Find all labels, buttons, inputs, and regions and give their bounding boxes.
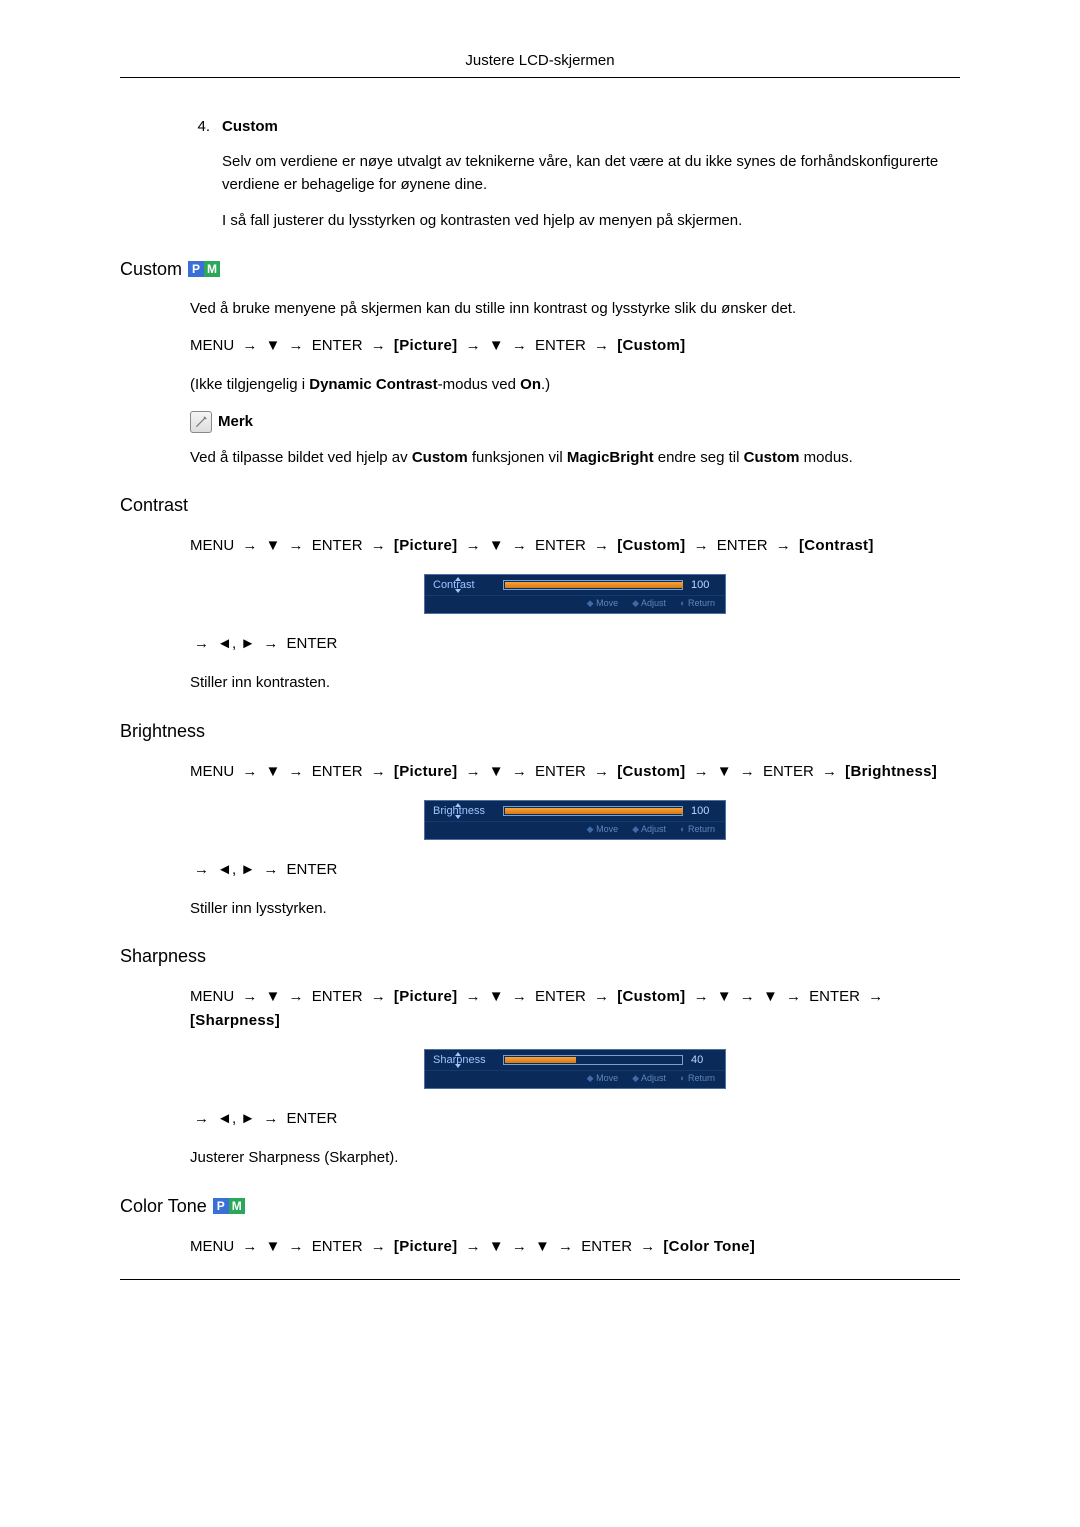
osd-value: 100 bbox=[691, 579, 717, 591]
custom-menu-path: MENU → ▼ → ENTER → [Picture] → ▼ → ENTER… bbox=[190, 334, 960, 358]
osd-slider bbox=[503, 806, 683, 816]
section-heading-brightness: Brightness bbox=[120, 721, 960, 742]
custom-unavailable-note: (Ikke tilgjengelig i Dynamic Contrast-mo… bbox=[190, 374, 960, 397]
page-header-title: Justere LCD-skjermen bbox=[0, 40, 1080, 77]
osd-hint-adjust: Adjust bbox=[632, 598, 666, 609]
osd-value: 40 bbox=[691, 1054, 717, 1066]
contrast-menu-path: MENU → ▼ → ENTER → [Picture] → ▼ → ENTER… bbox=[190, 534, 960, 558]
custom-description: Ved å bruke menyene på skjermen kan du s… bbox=[190, 298, 960, 321]
osd-label: Brightness bbox=[433, 805, 503, 817]
pm-badge-icon: PM bbox=[213, 1198, 245, 1214]
brightness-description: Stiller inn lysstyrken. bbox=[190, 898, 960, 921]
osd-slider-fill bbox=[505, 582, 683, 588]
osd-hint-adjust: Adjust bbox=[632, 1073, 666, 1084]
sharpness-description: Justerer Sharpness (Skarphet). bbox=[190, 1147, 960, 1170]
list-item-custom: 4. Custom bbox=[120, 118, 960, 135]
osd-hint-move: Move bbox=[587, 598, 618, 609]
section-heading-custom: Custom PM bbox=[120, 259, 960, 280]
custom-note-paragraph: Ved å tilpasse bildet ved hjelp av Custo… bbox=[190, 447, 960, 470]
section-heading-contrast: Contrast bbox=[120, 495, 960, 516]
footer-rule bbox=[120, 1279, 960, 1280]
osd-label: Contrast bbox=[433, 579, 503, 591]
osd-hint-return: Return bbox=[680, 598, 715, 609]
osd-hint-return: Return bbox=[680, 1073, 715, 1084]
contrast-menu-path-2: → ◄, ► → ENTER bbox=[190, 632, 960, 656]
osd-label: Sharpness bbox=[433, 1054, 503, 1066]
note-icon bbox=[190, 411, 212, 433]
note-label: Merk bbox=[218, 413, 253, 430]
osd-sharpness: Sharpness 40 Move Adjust Return bbox=[424, 1049, 726, 1089]
intro-paragraph-2: I så fall justerer du lysstyrken og kont… bbox=[222, 210, 960, 233]
osd-slider-fill bbox=[505, 1057, 576, 1063]
sharpness-menu-path-2: → ◄, ► → ENTER bbox=[190, 1107, 960, 1131]
osd-contrast: Contrast 100 Move Adjust Return bbox=[424, 574, 726, 614]
osd-hint-move: Move bbox=[587, 824, 618, 835]
contrast-description: Stiller inn kontrasten. bbox=[190, 672, 960, 695]
sharpness-menu-path: MENU → ▼ → ENTER → [Picture] → ▼ → ENTER… bbox=[190, 985, 960, 1033]
heading-text: Custom bbox=[120, 259, 182, 280]
osd-hint-return: Return bbox=[680, 824, 715, 835]
osd-hint-move: Move bbox=[587, 1073, 618, 1084]
intro-paragraph-1: Selv om verdiene er nøye utvalgt av tekn… bbox=[222, 151, 960, 196]
pm-badge-icon: PM bbox=[188, 261, 220, 277]
colortone-menu-path: MENU → ▼ → ENTER → [Picture] → ▼ → ▼ → E… bbox=[190, 1235, 960, 1259]
list-number: 4. bbox=[120, 118, 222, 135]
osd-slider-fill bbox=[505, 808, 683, 814]
list-item-title: Custom bbox=[222, 118, 278, 135]
brightness-menu-path: MENU → ▼ → ENTER → [Picture] → ▼ → ENTER… bbox=[190, 760, 960, 784]
osd-value: 100 bbox=[691, 805, 717, 817]
header-rule bbox=[120, 77, 960, 78]
osd-slider bbox=[503, 580, 683, 590]
brightness-menu-path-2: → ◄, ► → ENTER bbox=[190, 858, 960, 882]
section-heading-color-tone: Color Tone PM bbox=[120, 1196, 960, 1217]
section-heading-sharpness: Sharpness bbox=[120, 946, 960, 967]
osd-slider bbox=[503, 1055, 683, 1065]
osd-brightness: Brightness 100 Move Adjust Return bbox=[424, 800, 726, 840]
note-row: Merk bbox=[190, 411, 960, 433]
osd-hint-adjust: Adjust bbox=[632, 824, 666, 835]
